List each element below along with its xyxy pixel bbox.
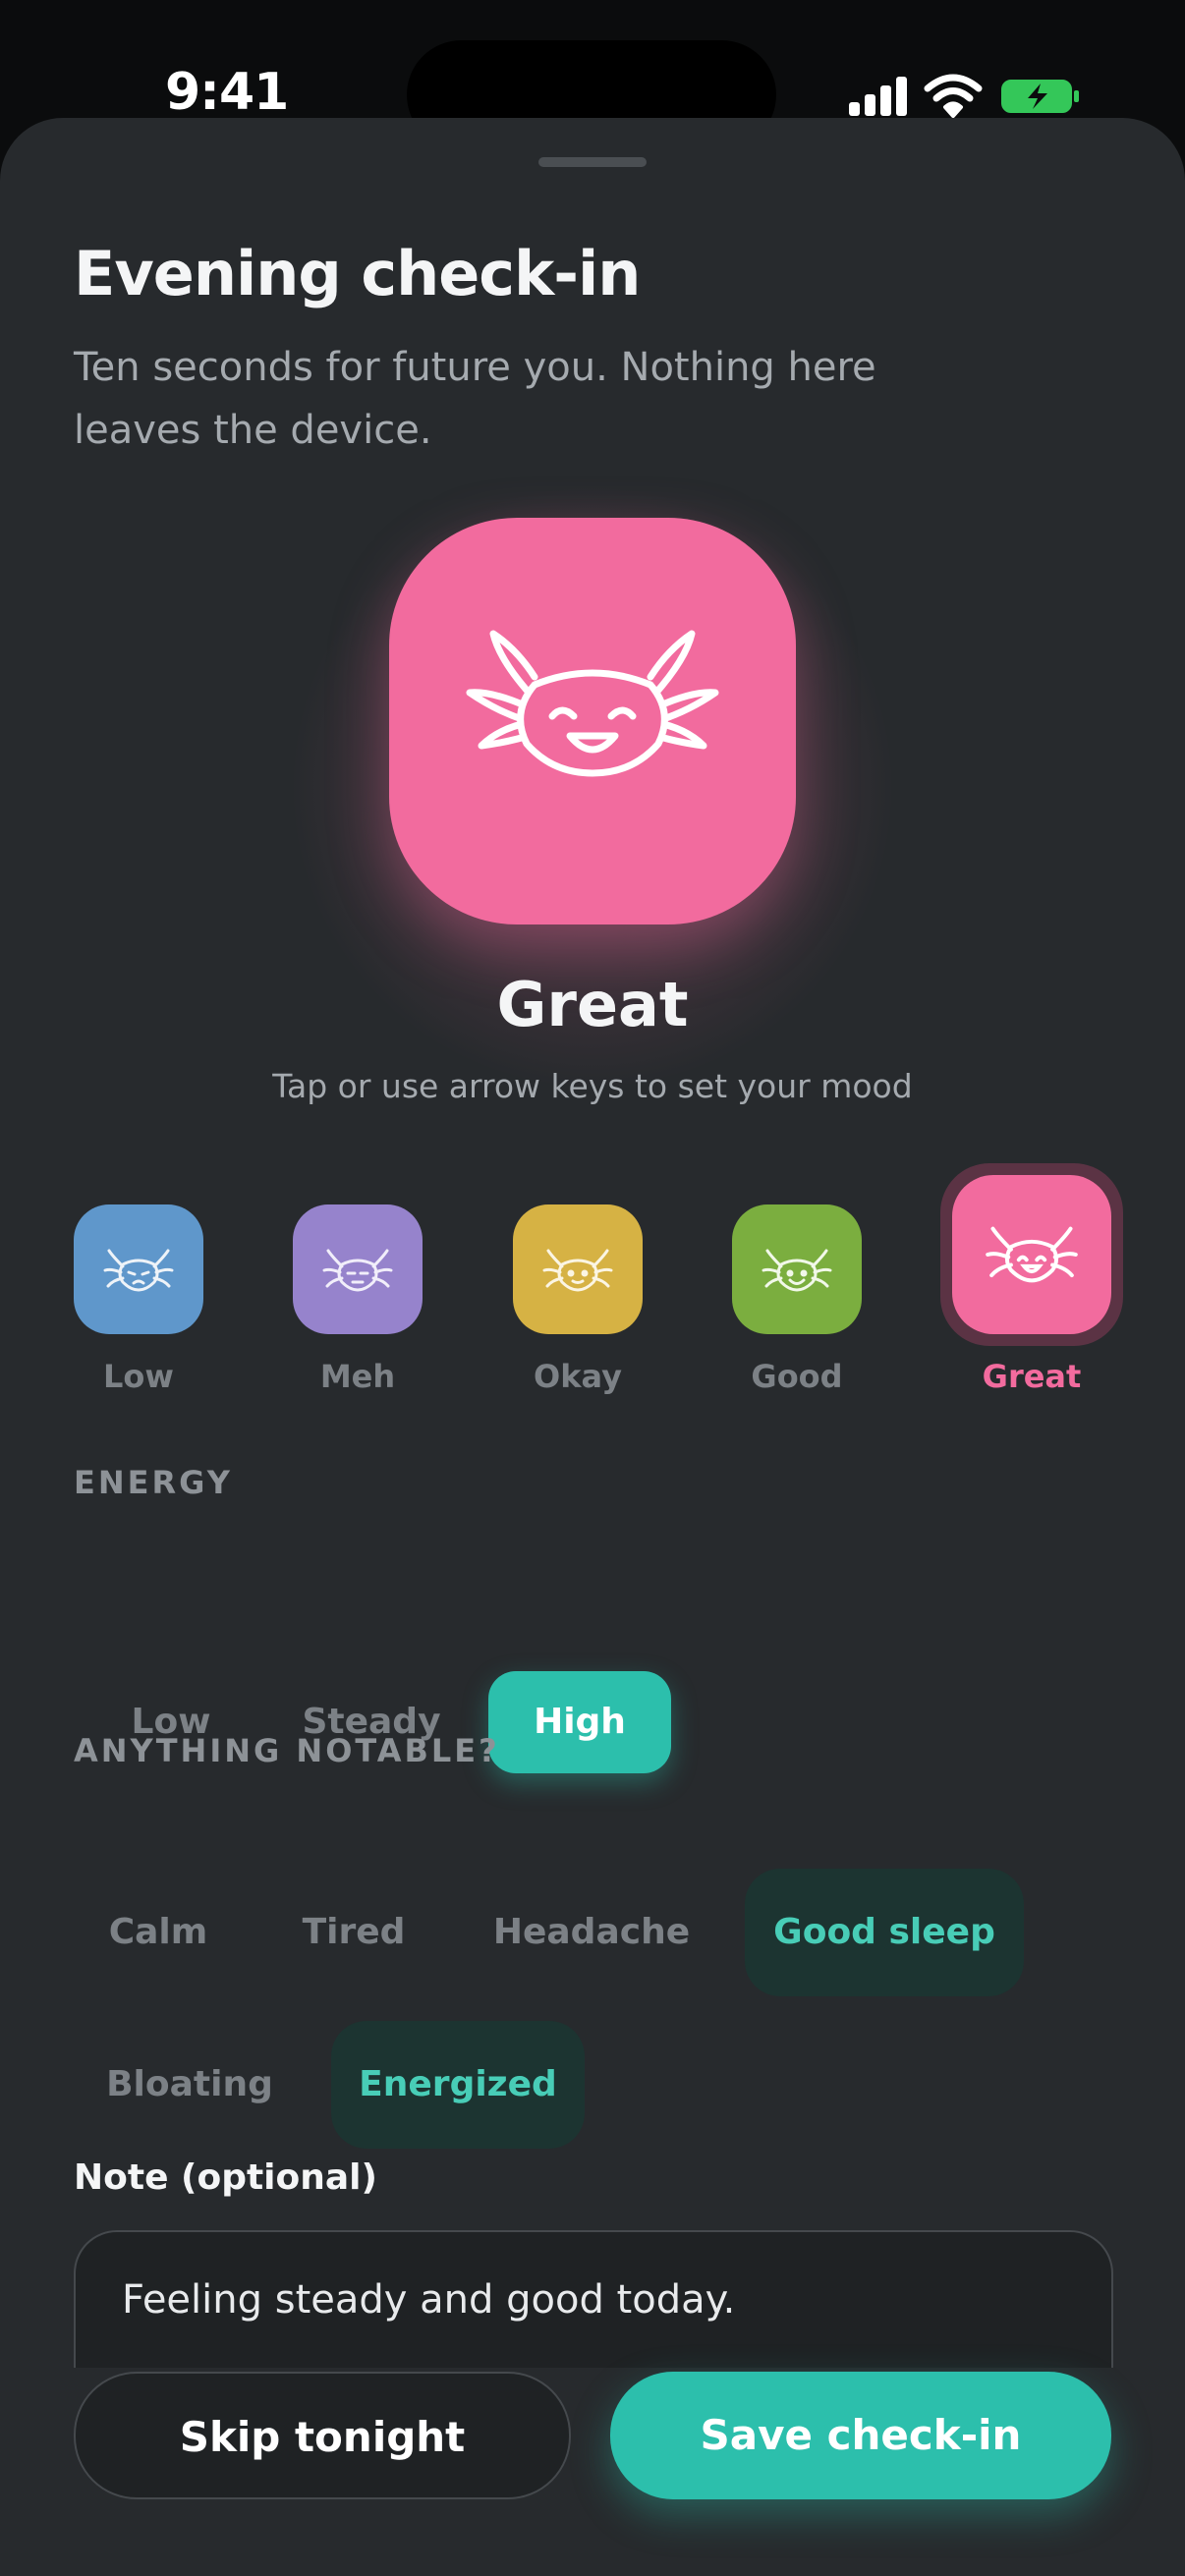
mood-label-great: Great — [982, 1358, 1082, 1395]
mood-option-good[interactable] — [732, 1204, 862, 1334]
mood-hero-tile — [389, 518, 796, 924]
mood-label-okay: Okay — [534, 1358, 622, 1395]
mood-option-great[interactable] — [952, 1175, 1111, 1334]
mood-label-low: Low — [103, 1358, 174, 1395]
energy-option-high[interactable]: High — [488, 1671, 671, 1773]
notable-section-label: ANYTHING NOTABLE? — [74, 1732, 500, 1769]
note-input-value: Feeling steady and good today. — [122, 2277, 736, 2323]
status-time: 9:41 — [165, 63, 289, 122]
tag-calm[interactable]: Calm — [74, 1869, 243, 1996]
axolotl-meh-icon — [322, 1249, 393, 1292]
tag-headache[interactable]: Headache — [466, 1869, 717, 1996]
tag-good-sleep[interactable]: Good sleep — [745, 1869, 1024, 1996]
mood-option-low[interactable] — [74, 1204, 203, 1334]
note-label: Note (optional) — [74, 2157, 377, 2198]
selected-mood-name: Great — [496, 969, 689, 1040]
axolotl-sad-icon — [103, 1249, 174, 1292]
sheet-title: Evening check-in — [74, 238, 641, 309]
tag-bloating[interactable]: Bloating — [74, 2021, 306, 2149]
sheet-grabber[interactable] — [538, 157, 647, 167]
mood-option-meh[interactable] — [293, 1204, 423, 1334]
tag-tired[interactable]: Tired — [271, 1869, 436, 1996]
status-bar: 9:41 — [0, 0, 1185, 149]
sheet-subtitle: Ten seconds for future you. Nothing here… — [74, 345, 876, 453]
mood-label-meh: Meh — [319, 1358, 396, 1395]
check-in-sheet: Evening check-in Ten seconds for future … — [0, 118, 1185, 2576]
tag-energized[interactable]: Energized — [331, 2021, 585, 2149]
axolotl-okay-icon — [542, 1249, 613, 1292]
energy-section-label: ENERGY — [74, 1464, 233, 1501]
cellular-signal-icon — [849, 77, 908, 116]
axolotl-great-icon — [466, 630, 719, 777]
axolotl-great-icon — [986, 1226, 1078, 1283]
axolotl-good-icon — [762, 1249, 832, 1292]
mood-label-good: Good — [751, 1358, 843, 1395]
mood-option-okay[interactable] — [513, 1204, 643, 1334]
save-check-in-button[interactable]: Save check-in — [610, 2372, 1111, 2499]
skip-tonight-button[interactable]: Skip tonight — [74, 2372, 571, 2499]
wifi-icon — [924, 74, 983, 118]
mood-hint: Tap or use arrow keys to set your mood — [272, 1067, 913, 1105]
battery-charging-icon — [1001, 80, 1079, 113]
